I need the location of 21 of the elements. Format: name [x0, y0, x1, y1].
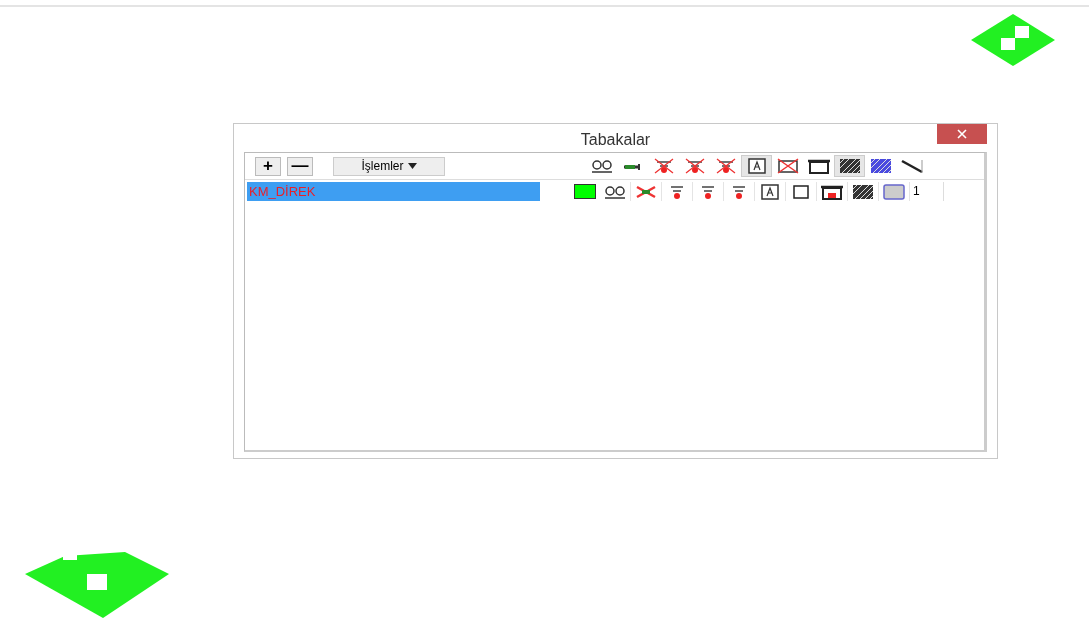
cross-icon[interactable] — [634, 183, 658, 200]
layer-value: 1 — [910, 182, 944, 201]
glasses-icon[interactable] — [589, 158, 614, 174]
line-icon[interactable] — [899, 158, 924, 174]
hatch-icon[interactable] — [851, 183, 875, 200]
swatch-icon[interactable] — [882, 183, 906, 200]
dialog-title: Tabakalar — [580, 130, 651, 149]
letter-box-icon[interactable] — [758, 183, 782, 200]
close-icon — [957, 129, 967, 139]
crossed-box-icon[interactable] — [775, 158, 800, 174]
color-swatch[interactable] — [574, 184, 596, 199]
caret-icon — [407, 163, 417, 169]
frame-icon[interactable] — [806, 158, 831, 174]
add-button[interactable]: + — [255, 156, 281, 176]
hatch-icon[interactable] — [837, 158, 862, 174]
operations-menu-button[interactable]: İşlemler — [333, 156, 445, 176]
glasses-icon[interactable] — [603, 183, 627, 200]
close-button[interactable] — [937, 124, 987, 144]
remove-button[interactable]: — — [287, 156, 313, 176]
hatch-icon[interactable] — [868, 158, 893, 174]
frame-icon[interactable] — [820, 183, 844, 200]
